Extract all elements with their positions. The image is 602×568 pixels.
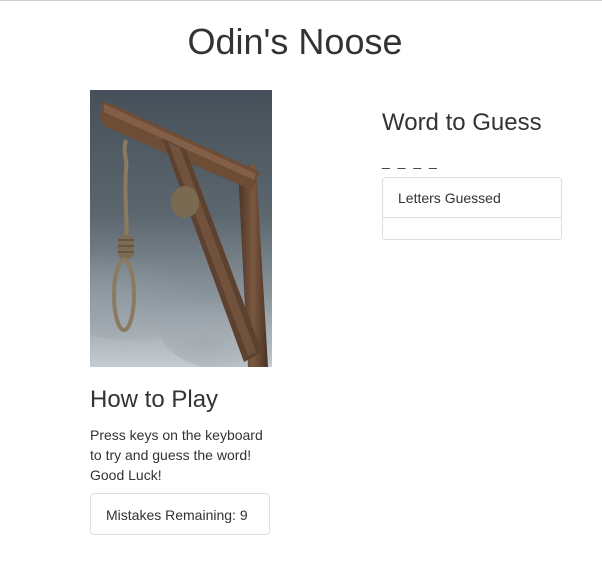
noose-coil — [118, 235, 134, 259]
rope — [122, 139, 129, 241]
mistakes-remaining-panel: Mistakes Remaining: 9 — [90, 493, 270, 535]
mistakes-remaining-label: Mistakes Remaining: 9 — [106, 507, 248, 523]
how-to-play-text: Press keys on the keyboard to try and gu… — [90, 427, 263, 483]
how-to-play-heading: How to Play — [90, 386, 219, 413]
word-to-guess-heading: Word to Guess — [382, 109, 542, 136]
letters-guessed-heading: Letters Guessed — [383, 178, 561, 218]
word-blanks: _ _ _ _ — [382, 153, 439, 169]
letters-guessed-value — [383, 218, 561, 239]
gallows-image — [90, 90, 272, 367]
page: Odin's Noose How to Play Press keys on t… — [0, 0, 602, 568]
rope-knot — [171, 186, 199, 218]
page-title: Odin's Noose — [187, 21, 403, 62]
letters-guessed-panel: Letters Guessed — [382, 177, 562, 240]
